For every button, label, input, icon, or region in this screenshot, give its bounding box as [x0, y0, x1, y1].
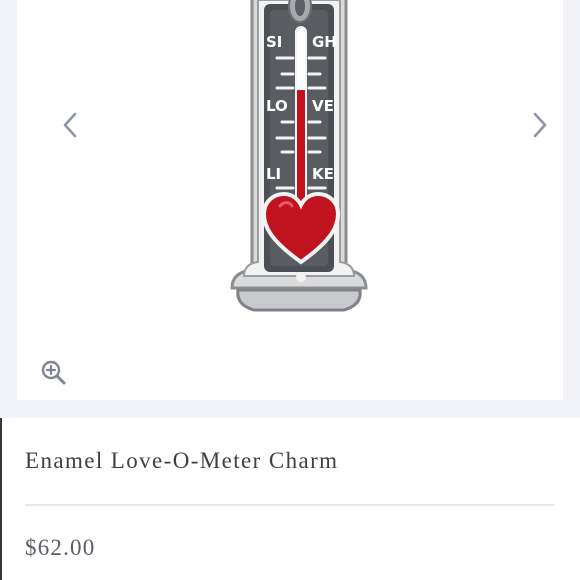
image-panel: SI GH LO VE LI KE [17, 0, 563, 400]
product-price: $62.00 [25, 535, 96, 560]
charm-word-right-1: GH [312, 33, 337, 51]
charm-word-left-1: SI [266, 33, 282, 51]
thermometer-tube [295, 26, 307, 216]
previous-image-button[interactable] [55, 108, 85, 142]
charm-word-left-3: LI [266, 165, 281, 183]
product-title: Enamel Love-O-Meter Charm [25, 448, 339, 473]
zoom-in-icon[interactable] [41, 360, 67, 386]
product-image[interactable]: SI GH LO VE LI KE [222, 0, 382, 330]
left-border [0, 418, 2, 580]
product-image-gallery: SI GH LO VE LI KE [0, 0, 580, 418]
jump-ring [288, 0, 312, 23]
charm-dot [296, 272, 306, 282]
next-image-button[interactable] [525, 108, 555, 142]
charm-word-left-2: LO [266, 97, 288, 115]
chevron-right-icon [533, 112, 547, 138]
chevron-left-icon [63, 112, 77, 138]
divider [25, 504, 554, 506]
charm-word-right-2: VE [312, 97, 334, 115]
charm-word-right-3: KE [312, 165, 334, 183]
